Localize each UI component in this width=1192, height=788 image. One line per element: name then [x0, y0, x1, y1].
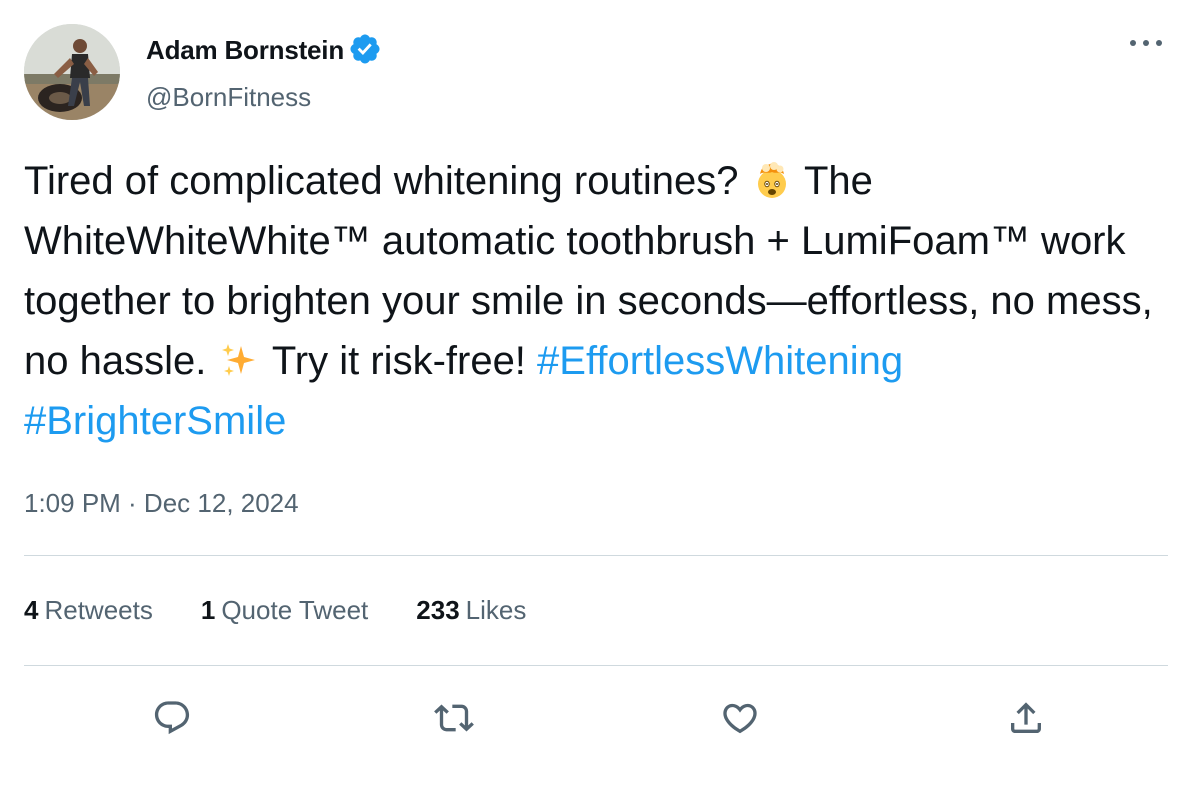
author-display-name[interactable]: Adam Bornstein — [146, 35, 344, 66]
retweet-icon — [434, 704, 474, 732]
likes-count: 233 — [416, 595, 460, 625]
quote-tweets-label: Quote Tweet — [221, 595, 369, 625]
retweets-label: Retweets — [44, 595, 153, 625]
likes-label: Likes — [465, 595, 527, 625]
tweet-text-segment: Try it risk-free! — [261, 339, 538, 383]
divider — [24, 555, 1168, 556]
quote-tweets-stat[interactable]: 1 Quote Tweet — [201, 595, 368, 626]
retweets-stat[interactable]: 4 Retweets — [24, 595, 153, 626]
share-button[interactable] — [1002, 694, 1050, 742]
tweet-text-segment: Tired of complicated whitening routines? — [24, 159, 750, 203]
engagement-stats: 4 Retweets 1 Quote Tweet 233 Likes — [24, 595, 574, 626]
hashtag-link[interactable]: #BrighterSmile — [24, 399, 286, 443]
tweet-timestamp[interactable]: 1:09 PM · Dec 12, 2024 — [24, 488, 299, 519]
more-dots-icon — [1130, 40, 1162, 46]
retweet-button[interactable] — [430, 694, 478, 742]
avatar-photo — [24, 24, 120, 120]
avatar[interactable] — [24, 24, 120, 120]
tweet-text: Tired of complicated whitening routines?… — [24, 151, 1154, 451]
verified-badge-icon — [350, 34, 380, 64]
like-button[interactable] — [716, 694, 764, 742]
exploding-head-emoji — [752, 160, 792, 200]
divider — [24, 665, 1168, 666]
share-icon — [1011, 702, 1041, 733]
reply-icon — [154, 701, 190, 735]
quote-tweets-count: 1 — [200, 595, 216, 625]
heart-icon — [723, 703, 757, 734]
hashtag-link[interactable]: #EffortlessWhitening — [537, 339, 903, 383]
tweet-card: Adam Bornstein @BornFitness Tired of com… — [0, 0, 1192, 788]
retweets-count: 4 — [24, 595, 39, 625]
sparkles-emoji — [219, 340, 259, 380]
author-handle[interactable]: @BornFitness — [146, 82, 311, 113]
likes-stat[interactable]: 233 Likes — [416, 595, 526, 626]
author-name-row: Adam Bornstein — [146, 34, 382, 66]
reply-button[interactable] — [148, 694, 196, 742]
more-options-button[interactable] — [1126, 28, 1166, 58]
